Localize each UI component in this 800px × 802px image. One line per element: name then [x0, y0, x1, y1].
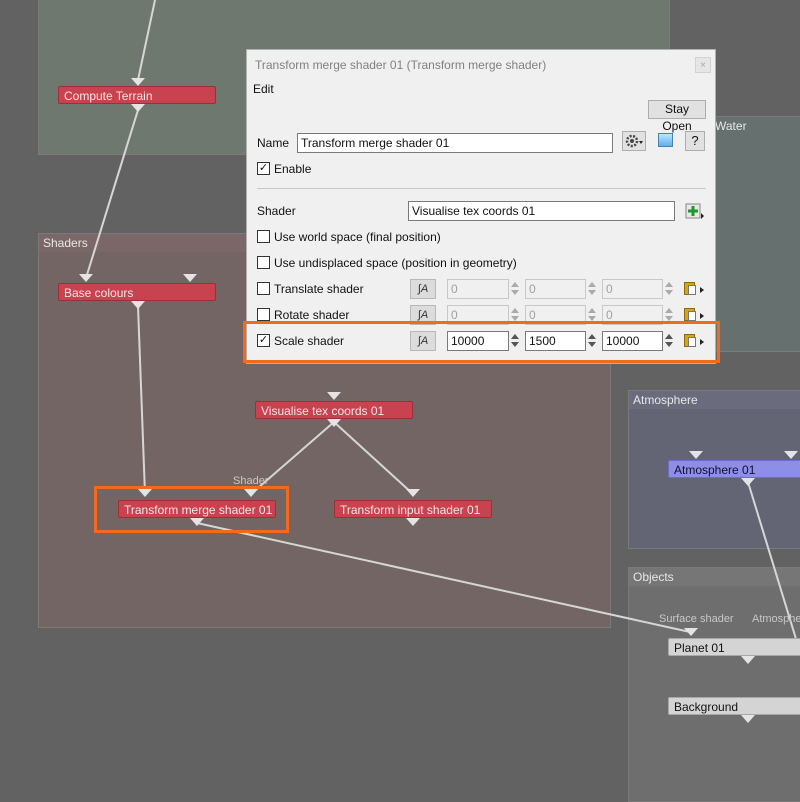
shader-label: Shader [257, 204, 296, 218]
merge-in-port-a[interactable] [138, 489, 152, 497]
node-transform-input-shader[interactable]: Transform input shader 01 [334, 500, 492, 518]
undisplaced-space-checkbox[interactable] [257, 256, 270, 269]
scale-z-spinner[interactable] [663, 331, 674, 351]
help-button[interactable]: ? [685, 131, 705, 151]
translate-checkbox[interactable] [257, 282, 270, 295]
node-planet-01[interactable]: Planet 01 [668, 638, 800, 656]
base-colours-in-port-b[interactable] [183, 274, 197, 282]
translate-z-input[interactable]: 0 [602, 279, 663, 299]
group-objects: Objects [628, 567, 800, 802]
rotate-x-input[interactable]: 0 [447, 305, 509, 325]
node-visualise-tex-coords[interactable]: Visualise tex coords 01 [255, 401, 413, 419]
planet-in-port-surface[interactable] [684, 628, 698, 636]
atmosphere-in-port-a[interactable] [689, 451, 703, 459]
planet-out-port[interactable] [741, 656, 755, 664]
rotate-paste-icon[interactable] [681, 305, 705, 325]
node-transform-merge-shader[interactable]: Transform merge shader 01 [118, 500, 276, 518]
translate-paste-icon[interactable] [681, 279, 705, 299]
undisplaced-space-label: Use undisplaced space (position in geome… [274, 256, 517, 270]
visualise-in-port[interactable] [327, 392, 341, 400]
translate-z-spinner[interactable] [663, 279, 674, 299]
merge-in-port-shader[interactable] [244, 489, 258, 497]
base-colours-out-port[interactable] [131, 301, 145, 309]
gear-icon[interactable] [622, 131, 646, 151]
world-space-label: Use world space (final position) [274, 230, 441, 244]
scale-y-input[interactable]: 1500 [525, 331, 586, 351]
rotate-z-input[interactable]: 0 [602, 305, 663, 325]
input-out-port[interactable] [406, 518, 420, 526]
scale-x-spinner[interactable] [509, 331, 520, 351]
translate-x-input[interactable]: 0 [447, 279, 509, 299]
node-background[interactable]: Background [668, 697, 800, 715]
preview-icon[interactable] [655, 131, 677, 151]
base-colours-in-port-a[interactable] [79, 274, 93, 282]
rotate-z-spinner[interactable] [663, 305, 674, 325]
scale-z-input[interactable]: 10000 [602, 331, 663, 351]
translate-x-spinner[interactable] [509, 279, 520, 299]
scale-x-input[interactable]: 10000 [447, 331, 509, 351]
port-label-surface-shader: Surface shader [659, 613, 734, 625]
visualise-out-port[interactable] [327, 419, 341, 427]
enable-checkbox[interactable]: ✓ [257, 162, 270, 175]
group-atmosphere-title: Atmosphere [629, 391, 800, 409]
scale-animate-icon[interactable]: ∫A [410, 331, 436, 351]
node-base-colours[interactable]: Base colours [58, 283, 216, 301]
group-objects-title: Objects [629, 568, 800, 586]
dialog-title: Transform merge shader 01 (Transform mer… [255, 58, 547, 72]
node-compute-terrain[interactable]: Compute Terrain [58, 86, 216, 104]
compute-terrain-out-port[interactable] [131, 104, 145, 112]
rotate-x-spinner[interactable] [509, 305, 520, 325]
merge-out-port[interactable] [190, 518, 204, 526]
scale-checkbox[interactable]: ✓ [257, 334, 270, 347]
translate-animate-icon[interactable]: ∫A [410, 279, 436, 299]
name-label: Name [257, 136, 290, 150]
port-label-atmosphere: Atmosphe [752, 613, 800, 625]
shader-input[interactable]: Visualise tex coords 01 [408, 201, 675, 221]
stay-open-button[interactable]: Stay Open [648, 100, 706, 133]
add-shader-icon[interactable] [685, 201, 705, 221]
enable-label: Enable [274, 162, 312, 176]
menu-edit[interactable]: Edit [253, 82, 274, 96]
atmosphere-out-port[interactable] [741, 478, 755, 486]
world-space-checkbox[interactable] [257, 230, 270, 243]
close-icon[interactable]: × [695, 57, 711, 73]
scale-label: Scale shader [274, 334, 345, 348]
rotate-checkbox[interactable] [257, 308, 270, 321]
group-top-title [39, 0, 669, 17]
rotate-y-input[interactable]: 0 [525, 305, 586, 325]
port-label-shader: Shader [233, 475, 269, 487]
scale-y-spinner[interactable] [586, 331, 597, 351]
translate-y-spinner[interactable] [586, 279, 597, 299]
translate-y-input[interactable]: 0 [525, 279, 586, 299]
divider [257, 188, 706, 189]
rotate-animate-icon[interactable]: ∫A [410, 305, 436, 325]
rotate-label: Rotate shader [274, 308, 350, 322]
background-out-port[interactable] [741, 715, 755, 723]
node-atmosphere-01[interactable]: Atmosphere 01 [668, 460, 800, 478]
translate-label: Translate shader [274, 282, 364, 296]
compute-terrain-in-port[interactable] [131, 78, 145, 86]
name-input[interactable]: Transform merge shader 01 [297, 133, 613, 153]
atmosphere-in-port-b[interactable] [784, 451, 798, 459]
scale-paste-icon[interactable] [681, 331, 705, 351]
node-params-dialog: Transform merge shader 01 (Transform mer… [246, 49, 716, 364]
input-in-port[interactable] [406, 489, 420, 497]
rotate-y-spinner[interactable] [586, 305, 597, 325]
